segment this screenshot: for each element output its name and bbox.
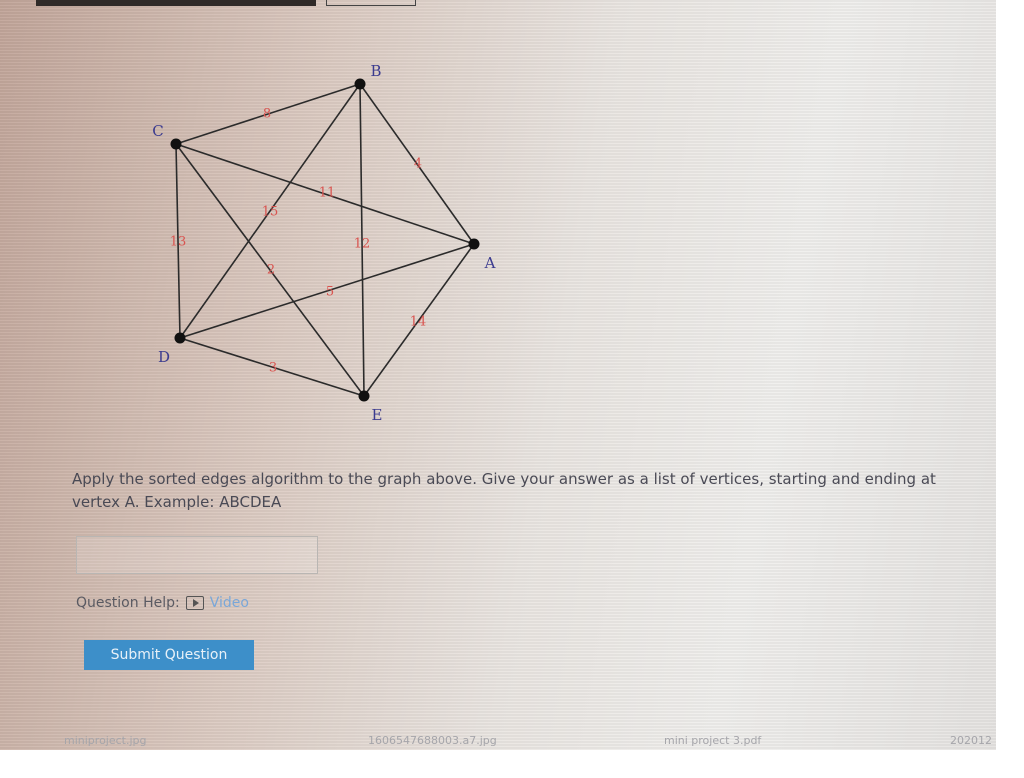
vertex-label-c: C [152, 122, 163, 140]
taskbar-item[interactable]: 202012 [950, 734, 992, 747]
edge-weight-label: 2 [267, 263, 275, 278]
vertex-a [468, 238, 480, 250]
vertex-d [174, 332, 186, 344]
taskbar-item[interactable]: miniproject.jpg [64, 734, 147, 747]
photo-margin-bottom [0, 750, 1024, 778]
vertex-label-d: D [158, 348, 170, 366]
submit-question-button[interactable]: Submit Question [84, 640, 254, 670]
edge-weight-label: 5 [326, 285, 334, 300]
question-help-label: Question Help: [76, 595, 180, 611]
edge-weight-label: 15 [262, 205, 279, 220]
vertex-b [354, 78, 366, 90]
answer-input[interactable] [76, 536, 318, 574]
taskbar-item[interactable]: mini project 3.pdf [664, 734, 761, 747]
question-help: Question Help: Video [76, 595, 249, 611]
vertex-label-e: E [372, 406, 383, 424]
edge-weight-label: 11 [319, 186, 336, 201]
vertex-c [170, 138, 182, 150]
vertex-label-a: A [484, 254, 496, 272]
edge-weight-label: 4 [414, 157, 422, 172]
graph-figure: 841115121325143 ABCDE [152, 62, 496, 424]
taskbar-item[interactable]: 1606547688003.a7.jpg [368, 734, 497, 747]
question-text: Apply the sorted edges algorithm to the … [72, 470, 936, 511]
photo-margin-right [996, 0, 1024, 778]
edge-weight-label: 13 [170, 235, 187, 250]
taskbar: miniproject.jpg 1606547688003.a7.jpg min… [0, 728, 996, 750]
vertex-e [358, 390, 370, 402]
video-link[interactable]: Video [210, 595, 249, 611]
edge-weight-label: 8 [263, 107, 271, 122]
edge-weight-label: 3 [269, 361, 277, 376]
screen: 8 4 11 15 12 13 2 5 14 3 ABCDE Apply the sorted e… [0, 0, 996, 750]
vertex-label-b: B [370, 62, 381, 80]
edge-weight-label: 12 [354, 237, 371, 252]
video-icon[interactable] [185, 596, 204, 610]
edge-weight-label: 14 [410, 315, 427, 330]
